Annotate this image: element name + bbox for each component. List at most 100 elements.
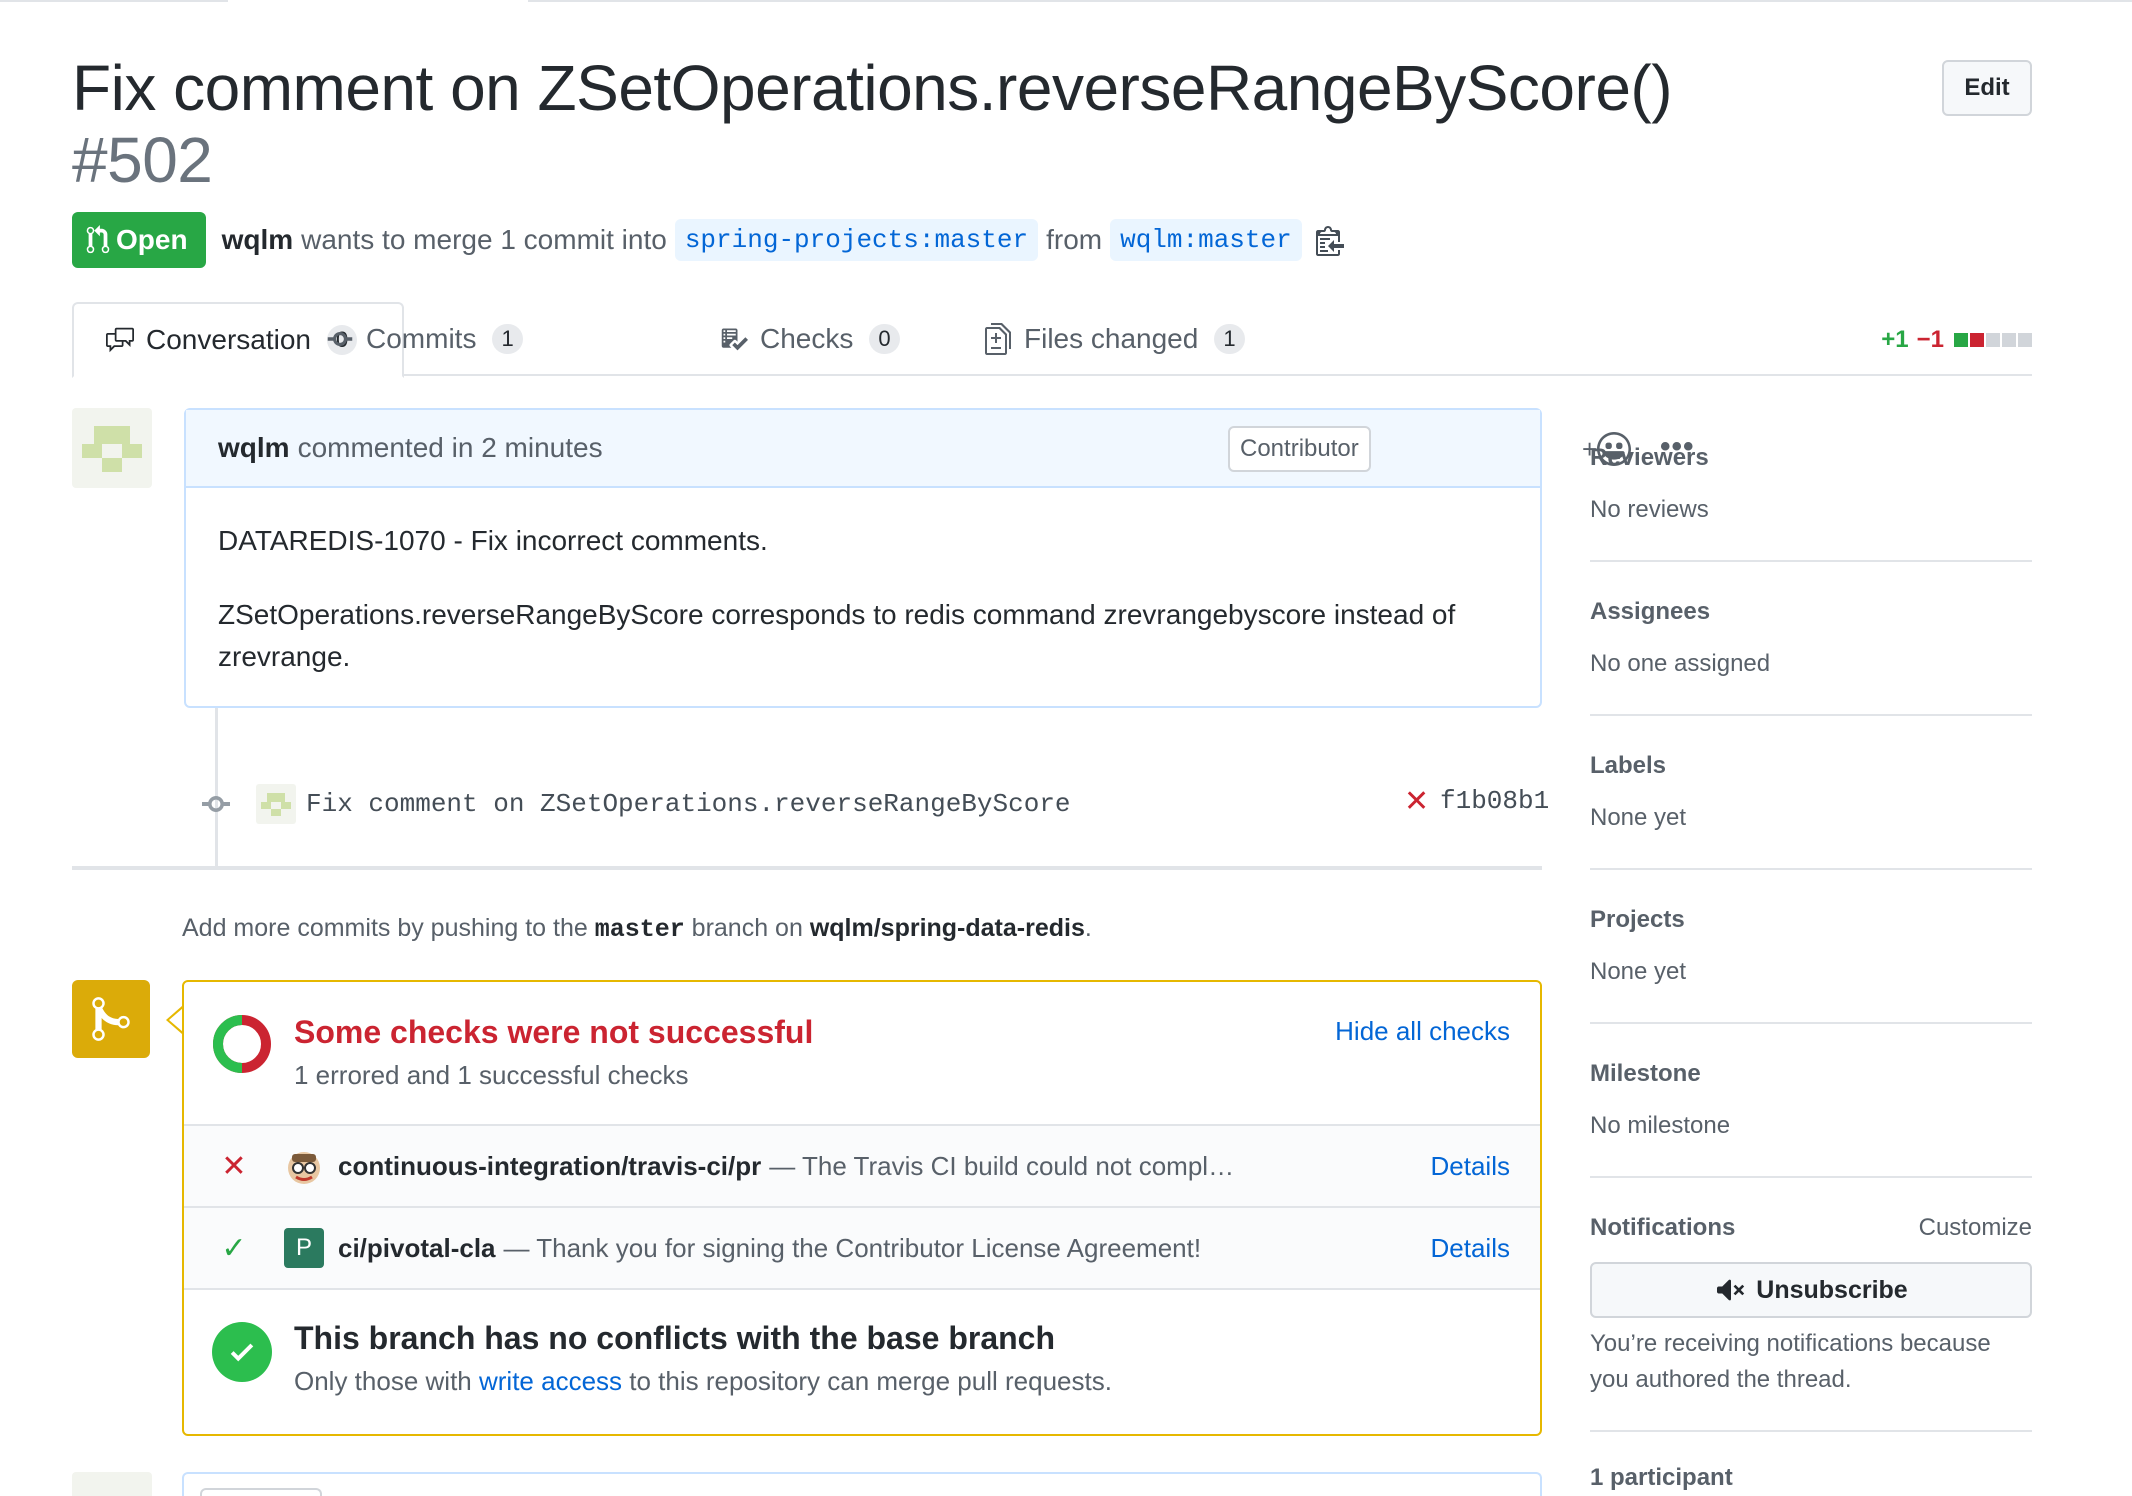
tab-label: Checks (760, 323, 854, 354)
tab-counter: 1 (1214, 324, 1245, 354)
commit-item: Fix comment on ZSetOperations.reverseRan… (200, 784, 1542, 824)
additions-count: +1 (1881, 326, 1909, 353)
git-commit-icon (327, 332, 353, 346)
check-row: ✕ continuous-integration/travis-ci/pr — … (184, 1126, 1540, 1208)
tab-label: Files changed (1024, 323, 1199, 354)
avatar[interactable] (72, 1472, 152, 1496)
sidebar-heading[interactable]: Projects (1590, 906, 1685, 934)
status-badge: Open (72, 212, 206, 268)
merge-sub-text: to this repository can merge pull reques… (629, 1366, 1112, 1396)
author-link[interactable]: wqlm (222, 224, 294, 256)
diffstat: +1 −1 (1881, 326, 2032, 354)
push-note-text: . (1084, 914, 1092, 942)
diffstat-block (1986, 333, 2000, 347)
sidebar-heading: Notifications (1590, 1214, 1736, 1241)
tab-label: Commits (366, 323, 477, 354)
check-context: ci/pivotal-cla (338, 1232, 496, 1263)
git-commit-icon (202, 796, 230, 812)
travis-mascot-icon (288, 1152, 320, 1184)
clippy-icon[interactable] (1315, 224, 1344, 256)
timeline-divider (72, 866, 1542, 870)
comment-paragraph: ZSetOperations.reverseRangeByScore corre… (218, 599, 1456, 672)
sidebar-heading[interactable]: Assignees (1590, 598, 1710, 626)
check-success-icon: ✓ (221, 1231, 247, 1265)
tab-checks[interactable]: Checks 0 (718, 302, 900, 376)
push-note-repo-link[interactable]: wqlm/spring-data-redis (810, 914, 1085, 942)
pr-number: #502 (72, 124, 213, 196)
comment-body: DATAREDIS-1070 - Fix incorrect comments.… (186, 488, 1540, 678)
from-text: from (1046, 224, 1103, 255)
comment-header: wqlm commented in 2 minutes Contributor … (186, 410, 1694, 488)
write-access-link[interactable]: write access (479, 1366, 622, 1396)
sidebar-value: None yet (1590, 804, 1687, 831)
checks-subtitle: 1 errored and 1 successful checks (294, 1060, 689, 1090)
sidebar-heading[interactable]: Milestone (1590, 1060, 1701, 1088)
identicon-icon (82, 426, 142, 472)
comment-discussion-icon (106, 327, 134, 353)
avatar[interactable] (72, 408, 152, 488)
deletions-count: −1 (1916, 326, 1944, 353)
check-details-link[interactable]: Details (1431, 1233, 1510, 1264)
customize-link[interactable]: Customize (1919, 1214, 2032, 1242)
sidebar-heading[interactable]: Labels (1590, 752, 1666, 780)
push-note-text: Add more commits by pushing to the (182, 914, 588, 942)
unsubscribe-label: Unsubscribe (1756, 1275, 1908, 1304)
contributor-label: Contributor (1228, 426, 1371, 472)
identicon-icon (261, 793, 291, 816)
comment-tab-button[interactable] (200, 1488, 322, 1496)
tab-counter: 1 (492, 324, 523, 354)
diffstat-block (2002, 333, 2016, 347)
merge-status: This branch has no conflicts with the ba… (184, 1292, 1540, 1432)
notifications-reason: You’re receiving notifications because y… (1590, 1330, 1991, 1393)
diffstat-block (2018, 333, 2032, 347)
sidebar-value: No reviews (1590, 496, 1709, 523)
push-note-text: branch on (691, 914, 803, 942)
checks-title: Some checks were not successful (294, 1014, 814, 1050)
check-description: — Thank you for signing the Contributor … (503, 1232, 1202, 1263)
check-details-link[interactable]: Details (1431, 1151, 1510, 1182)
new-comment-box (182, 1472, 1542, 1496)
sidebar-assignees: Assignees No one assigned (1590, 562, 2032, 716)
check-circle-icon (212, 1322, 272, 1382)
git-merge-icon (92, 997, 130, 1041)
tab-commits[interactable]: Commits 1 (324, 302, 523, 376)
merge-box: Some checks were not successful 1 errore… (182, 980, 1542, 1436)
check-description: — The Travis CI build could not compl… (769, 1150, 1235, 1181)
sidebar-value: None yet (1590, 958, 1687, 985)
merge-status-title: This branch has no conflicts with the ba… (294, 1320, 1056, 1356)
sidebar-value: No milestone (1590, 1112, 1731, 1139)
commit-author-avatar[interactable] (256, 784, 296, 824)
commit-message-link[interactable]: Fix comment on ZSetOperations.reverseRan… (306, 789, 1071, 819)
commit-sha-link[interactable]: f1b08b1 (1440, 786, 1549, 816)
check-context: continuous-integration/travis-ci/pr (338, 1150, 762, 1181)
merge-text: wants to merge 1 commit into (301, 224, 667, 255)
checks-summary: Some checks were not successful 1 errore… (184, 982, 1540, 1126)
pivotal-cla-avatar: P (284, 1228, 324, 1268)
merge-status-icon (72, 980, 150, 1058)
page-title: Fix comment on ZSetOperations.reverseRan… (72, 52, 1912, 196)
sidebar-reviewers: Reviewers No reviews (1590, 420, 2032, 562)
pr-description-comment: wqlm commented in 2 minutes Contributor … (184, 408, 1694, 708)
unsubscribe-button[interactable]: Unsubscribe (1590, 1262, 2032, 1318)
commit-status-failure-icon[interactable]: ✕ (1404, 784, 1429, 819)
mute-icon (1717, 1279, 1745, 1301)
sidebar-heading[interactable]: Reviewers (1590, 444, 1709, 472)
sidebar-milestone: Milestone No milestone (1590, 1024, 2032, 1178)
tab-files-changed[interactable]: Files changed 1 (982, 302, 1245, 376)
comment-time[interactable]: commented in 2 minutes (298, 432, 603, 464)
check-row: ✓ P ci/pivotal-cla — Thank you for signi… (184, 1208, 1540, 1290)
hide-checks-link[interactable]: Hide all checks (1335, 1016, 1510, 1047)
pr-meta: Open wqlm wants to merge 1 commit into s… (72, 212, 1344, 268)
edit-button[interactable]: Edit (1942, 60, 2032, 116)
head-branch[interactable]: wqlm:master (1110, 219, 1302, 261)
top-border (0, 0, 2132, 3)
checklist-icon (721, 328, 748, 351)
base-branch[interactable]: spring-projects:master (674, 219, 1039, 261)
sidebar-labels: Labels None yet (1590, 716, 2032, 870)
status-label: Open (116, 224, 188, 255)
comment-author[interactable]: wqlm (218, 432, 290, 464)
tab-counter: 0 (869, 324, 900, 354)
merge-sub-text: Only those with (294, 1366, 472, 1396)
pr-tabs: Conversation 0 Commits 1 Checks 0 Files … (72, 302, 2032, 378)
comment-paragraph: DATAREDIS-1070 - Fix incorrect comments. (218, 525, 768, 556)
